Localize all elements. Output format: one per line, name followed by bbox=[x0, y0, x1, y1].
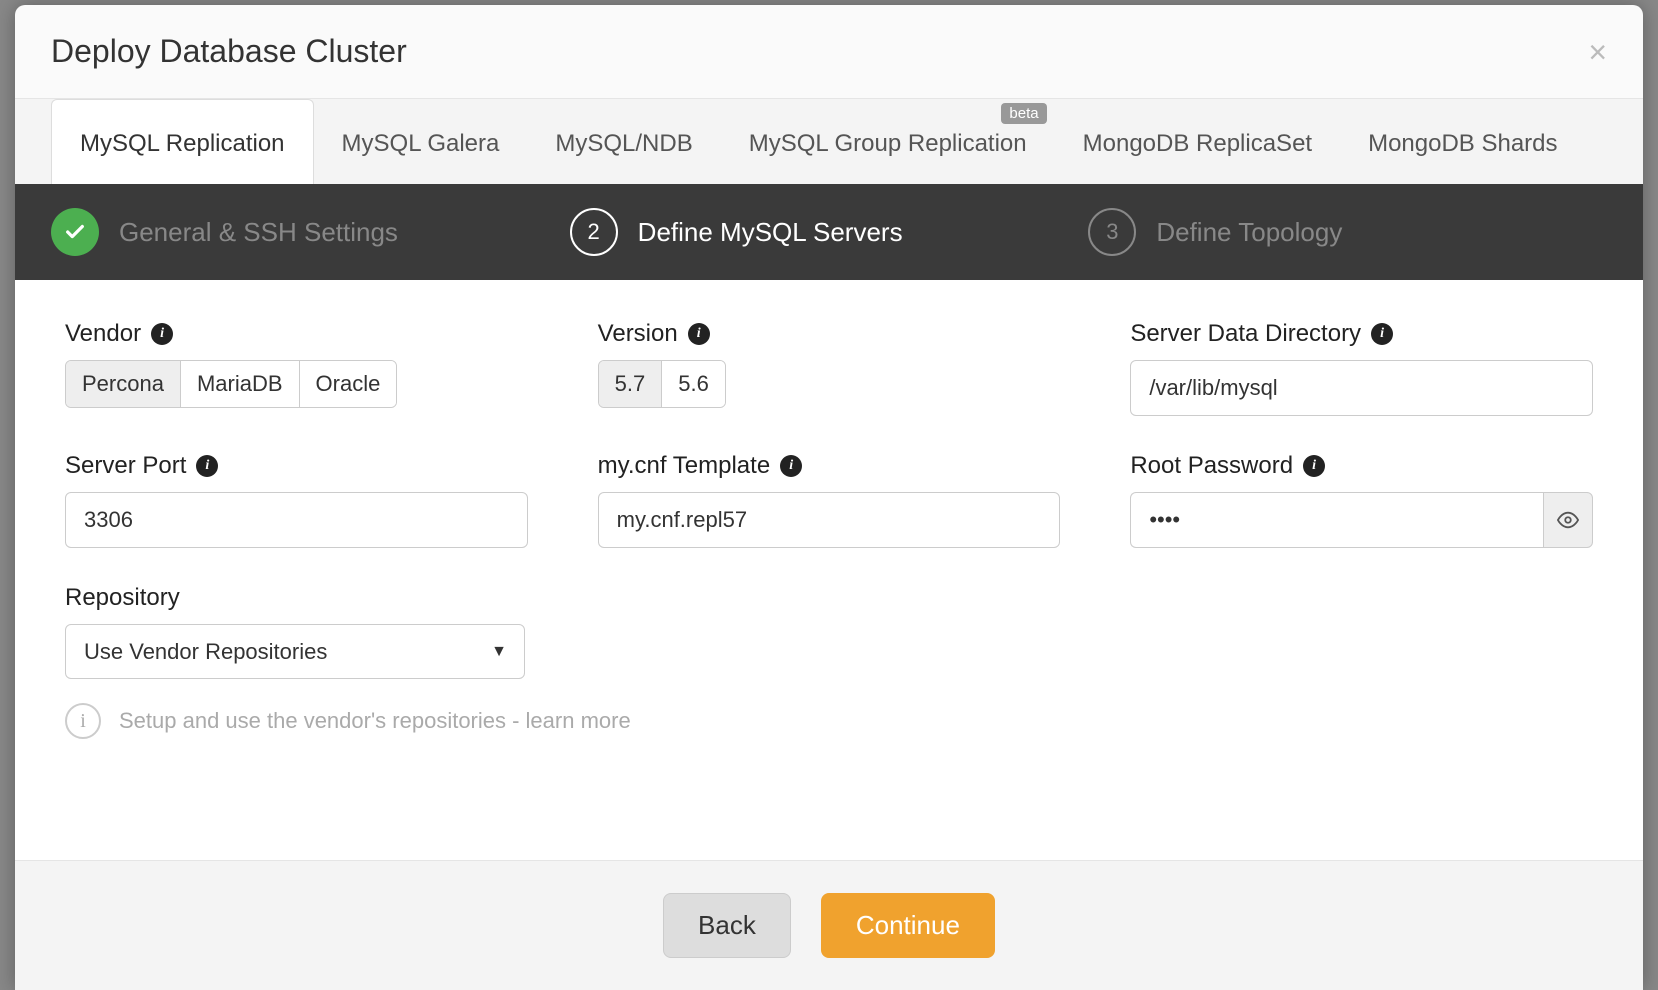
field-label: my.cnf Template i bbox=[598, 452, 1061, 480]
step-label: Define Topology bbox=[1156, 217, 1342, 248]
repository-select[interactable]: Use Vendor Repositories bbox=[65, 624, 525, 679]
field-label: Version i bbox=[598, 320, 1061, 348]
cluster-type-tabs: MySQL Replication MySQL Galera MySQL/NDB… bbox=[15, 99, 1643, 184]
field-label: Repository bbox=[65, 584, 1593, 612]
vendor-option-mariadb[interactable]: MariaDB bbox=[181, 361, 300, 407]
modal-footer: Back Continue bbox=[15, 860, 1643, 990]
data-directory-field: Server Data Directory i bbox=[1130, 320, 1593, 416]
field-label: Server Port i bbox=[65, 452, 528, 480]
tab-mysql-galera[interactable]: MySQL Galera bbox=[314, 99, 528, 184]
repository-field: Repository Use Vendor Repositories ▼ i S… bbox=[65, 584, 1593, 739]
version-option-57[interactable]: 5.7 bbox=[599, 361, 663, 407]
root-password-input[interactable] bbox=[1130, 492, 1543, 548]
beta-badge: beta bbox=[1001, 103, 1046, 124]
field-label: Root Password i bbox=[1130, 452, 1593, 480]
form-body: Vendor i Percona MariaDB Oracle Version … bbox=[15, 280, 1643, 860]
version-options: 5.7 5.6 bbox=[598, 360, 726, 408]
info-icon[interactable]: i bbox=[151, 323, 173, 345]
info-icon: i bbox=[65, 703, 101, 739]
vendor-option-oracle[interactable]: Oracle bbox=[300, 361, 397, 407]
back-button[interactable]: Back bbox=[663, 893, 791, 958]
server-port-field: Server Port i bbox=[65, 452, 528, 548]
step-2[interactable]: 2 Define MySQL Servers bbox=[570, 208, 1089, 256]
step-label: General & SSH Settings bbox=[119, 217, 398, 248]
vendor-options: Percona MariaDB Oracle bbox=[65, 360, 397, 408]
tab-mysql-replication[interactable]: MySQL Replication bbox=[51, 99, 314, 184]
info-icon[interactable]: i bbox=[688, 323, 710, 345]
server-port-input[interactable] bbox=[65, 492, 528, 548]
step-1[interactable]: General & SSH Settings bbox=[51, 208, 570, 256]
step-3[interactable]: 3 Define Topology bbox=[1088, 208, 1607, 256]
info-icon[interactable]: i bbox=[1303, 455, 1325, 477]
vendor-field: Vendor i Percona MariaDB Oracle bbox=[65, 320, 528, 416]
data-directory-input[interactable] bbox=[1130, 360, 1593, 416]
tab-mysql-group-replication[interactable]: MySQL Group Replication beta bbox=[721, 99, 1055, 184]
tab-mongodb-shards[interactable]: MongoDB Shards bbox=[1340, 99, 1585, 184]
version-option-56[interactable]: 5.6 bbox=[662, 361, 725, 407]
deploy-cluster-modal: Deploy Database Cluster × MySQL Replicat… bbox=[15, 5, 1643, 990]
modal-title: Deploy Database Cluster bbox=[51, 33, 407, 70]
step-label: Define MySQL Servers bbox=[638, 217, 903, 248]
info-icon[interactable]: i bbox=[196, 455, 218, 477]
field-label: Vendor i bbox=[65, 320, 528, 348]
tab-mongodb-replicaset[interactable]: MongoDB ReplicaSet bbox=[1055, 99, 1340, 184]
hint-text[interactable]: Setup and use the vendor's repositories … bbox=[119, 708, 631, 734]
wizard-stepper: General & SSH Settings 2 Define MySQL Se… bbox=[15, 184, 1643, 280]
info-icon[interactable]: i bbox=[780, 455, 802, 477]
modal-header: Deploy Database Cluster × bbox=[15, 5, 1643, 99]
continue-button[interactable]: Continue bbox=[821, 893, 995, 958]
mycnf-template-input[interactable] bbox=[598, 492, 1061, 548]
eye-icon[interactable] bbox=[1543, 492, 1593, 548]
field-label: Server Data Directory i bbox=[1130, 320, 1593, 348]
close-icon[interactable]: × bbox=[1588, 36, 1607, 68]
vendor-option-percona[interactable]: Percona bbox=[66, 361, 181, 407]
step-number: 2 bbox=[570, 208, 618, 256]
mycnf-template-field: my.cnf Template i bbox=[598, 452, 1061, 548]
step-number: 3 bbox=[1088, 208, 1136, 256]
root-password-field: Root Password i bbox=[1130, 452, 1593, 548]
check-icon bbox=[51, 208, 99, 256]
tab-label: MySQL Group Replication bbox=[749, 130, 1027, 157]
info-icon[interactable]: i bbox=[1371, 323, 1393, 345]
tab-mysql-ndb[interactable]: MySQL/NDB bbox=[527, 99, 720, 184]
version-field: Version i 5.7 5.6 bbox=[598, 320, 1061, 416]
repository-hint: i Setup and use the vendor's repositorie… bbox=[65, 703, 1593, 739]
